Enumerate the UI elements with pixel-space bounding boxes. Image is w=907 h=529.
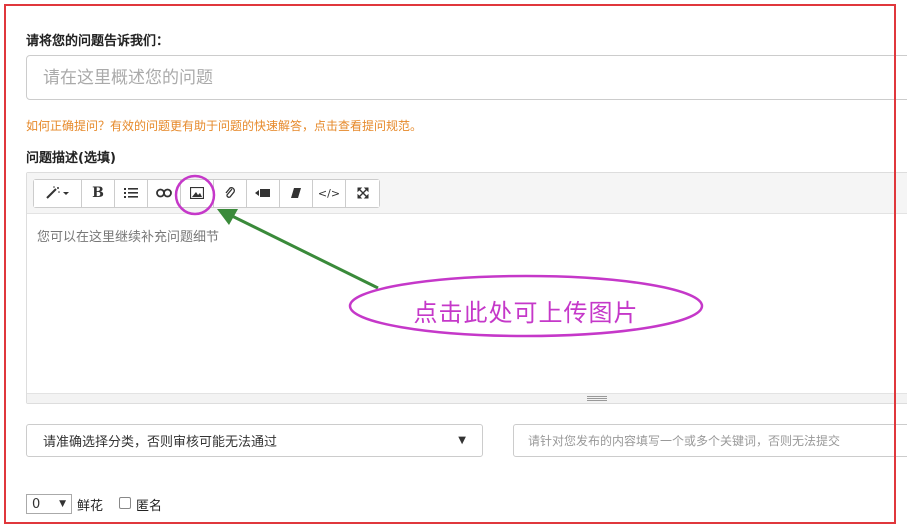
category-select[interactable]: 请准确选择分类，否则审核可能无法通过 ▼ bbox=[26, 424, 483, 457]
eraser-icon[interactable] bbox=[280, 179, 313, 207]
video-icon[interactable] bbox=[247, 179, 280, 207]
anonymous-label: 匿名 bbox=[136, 499, 163, 514]
image-icon[interactable] bbox=[181, 179, 214, 207]
flower-count-select[interactable]: 0 ▼ bbox=[26, 494, 72, 514]
magic-wand-icon[interactable] bbox=[34, 179, 82, 207]
attachment-icon[interactable] bbox=[214, 179, 247, 207]
link-icon[interactable] bbox=[148, 179, 181, 207]
editor-resize-handle[interactable] bbox=[27, 393, 907, 403]
code-icon[interactable]: </> bbox=[313, 179, 346, 207]
chevron-down-icon: ▼ bbox=[59, 499, 66, 509]
fullscreen-icon[interactable] bbox=[346, 179, 379, 207]
bold-icon[interactable]: B bbox=[82, 179, 115, 207]
flower-count-value: 0 bbox=[32, 496, 41, 512]
callout-text: 点击此处可上传图片 bbox=[413, 298, 639, 327]
keywords-input[interactable] bbox=[513, 424, 907, 457]
chevron-down-icon: ▼ bbox=[458, 435, 466, 446]
question-title-input[interactable] bbox=[26, 55, 907, 100]
toolbar-group: B </> bbox=[33, 178, 380, 208]
anonymous-checkbox[interactable] bbox=[119, 497, 131, 509]
flower-label: 鲜花 bbox=[77, 499, 104, 514]
description-label: 问题描述(选填) bbox=[26, 151, 116, 166]
ordered-list-icon[interactable] bbox=[115, 179, 148, 207]
question-label: 请将您的问题告诉我们： bbox=[26, 34, 170, 49]
editor-toolbar: B </> bbox=[27, 173, 907, 214]
question-guidelines-link[interactable]: 如何正确提问？有效的问题更有助于问题的快速解答，点击查看提问规范。 bbox=[26, 117, 422, 134]
category-selected-value: 请准确选择分类，否则审核可能无法通过 bbox=[43, 435, 278, 450]
